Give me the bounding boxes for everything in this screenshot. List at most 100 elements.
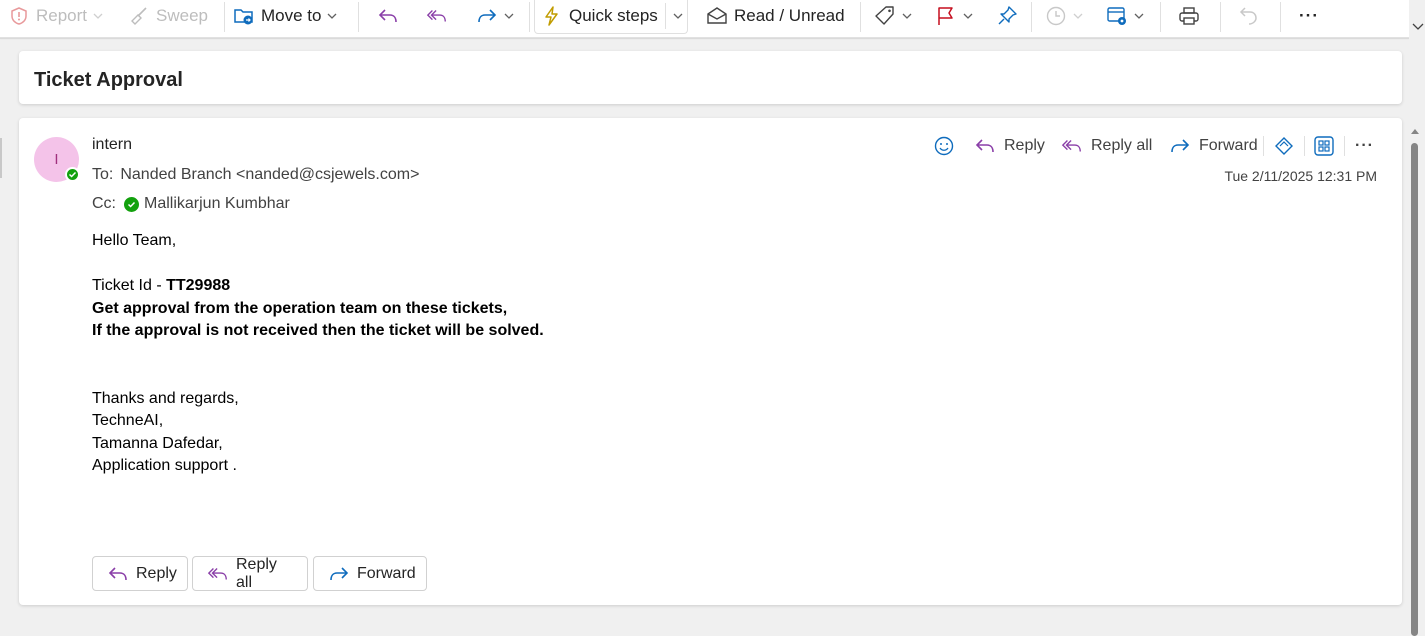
apps-button[interactable] [1313, 134, 1335, 158]
signature-line-1: Thanks and regards, [92, 389, 239, 407]
message-scrollbar[interactable] [1409, 118, 1425, 636]
cc-recipient[interactable]: Mallikarjun Kumbhar [144, 195, 290, 213]
forward-label: Forward [1199, 137, 1258, 154]
sender-name[interactable]: intern [92, 136, 132, 154]
toolbar-divider [1160, 2, 1161, 32]
quick-steps-button[interactable]: Quick steps [541, 0, 658, 32]
tag-icon [874, 5, 896, 27]
message-body: Hello Team, Ticket Id - TT29988 Get appr… [92, 230, 544, 478]
reaction-button[interactable] [933, 134, 955, 158]
read-unread-label: Read / Unread [734, 6, 845, 25]
print-button[interactable] [1178, 0, 1200, 32]
footer-reply-all-label: Reply all [236, 555, 277, 591]
forward-icon [1169, 135, 1191, 157]
reply-toolbar-button[interactable] [377, 0, 399, 32]
toolbar-divider [358, 2, 359, 32]
signature-line-2: TechneAI, [92, 412, 164, 429]
chevron-down-icon [902, 11, 912, 21]
chevron-down-icon [1073, 11, 1083, 21]
report-label: Report [36, 6, 88, 25]
forward-icon [476, 5, 498, 27]
chevron-down-icon[interactable] [1412, 18, 1424, 36]
lightning-icon [541, 5, 563, 27]
toolbar-divider [1031, 2, 1032, 32]
reply-all-toolbar-button[interactable] [426, 0, 448, 32]
scroll-up-icon[interactable] [1410, 122, 1420, 140]
reply-label: Reply [1004, 137, 1045, 154]
cc-prefix: Cc: [92, 195, 116, 212]
command-toolbar: Report Sweep Move to Quick steps Read / … [0, 0, 1409, 38]
message-more-button[interactable]: ··· [1355, 134, 1374, 158]
presence-available-icon [124, 196, 139, 212]
footer-reply-all-button[interactable]: Reply all [192, 556, 308, 591]
forward-button[interactable]: Forward [1169, 134, 1258, 158]
folder-move-icon [233, 5, 255, 27]
pane-splitter[interactable] [0, 138, 2, 178]
move-to-button[interactable]: Move to [233, 0, 337, 32]
avatar-initial: I [54, 151, 59, 168]
chevron-down-icon [673, 11, 683, 21]
footer-reply-label: Reply [136, 564, 177, 582]
message-card: I intern To: Nanded Branch <nanded@csjewe… [19, 118, 1402, 605]
read-unread-button[interactable]: Read / Unread [706, 0, 845, 32]
sweep-label: Sweep [156, 6, 208, 25]
chevron-down-icon [1134, 11, 1144, 21]
cc-line: Cc: Mallikarjun Kumbhar [92, 195, 290, 213]
loop-icon [1273, 135, 1295, 157]
scrollbar-thumb[interactable] [1411, 143, 1418, 636]
reply-all-icon [1061, 135, 1083, 157]
to-line: To: Nanded Branch <nanded@csjewels.com> [92, 166, 419, 184]
body-line-2: If the approval is not received then the… [92, 322, 544, 339]
ticket-id: TT29988 [166, 277, 231, 294]
body-greeting: Hello Team, [92, 232, 177, 249]
footer-reply-button[interactable]: Reply [92, 556, 188, 591]
shield-icon [8, 5, 30, 27]
toolbar-divider [860, 2, 861, 32]
reply-icon [974, 135, 996, 157]
sweep-button[interactable]: Sweep [128, 0, 208, 32]
flag-button[interactable] [935, 0, 973, 32]
reply-icon [107, 563, 129, 585]
reply-button[interactable]: Reply [974, 134, 1045, 158]
flag-icon [935, 5, 957, 27]
reply-all-button[interactable]: Reply all [1061, 134, 1152, 158]
forward-toolbar-button[interactable] [476, 0, 514, 32]
chevron-down-icon [504, 11, 514, 21]
undo-button[interactable] [1238, 0, 1260, 32]
loop-button[interactable] [1273, 134, 1295, 158]
to-recipient[interactable]: Nanded Branch <nanded@csjewels.com> [120, 166, 419, 183]
footer-forward-label: Forward [357, 564, 416, 582]
footer-forward-button[interactable]: Forward [313, 556, 427, 591]
chevron-down-icon [327, 11, 337, 21]
report-button[interactable]: Report [8, 0, 103, 32]
reply-all-icon [207, 563, 229, 585]
broom-icon [128, 5, 150, 27]
actions-divider [1344, 136, 1345, 156]
left-pane-edge [0, 48, 4, 636]
signature-line-4: Application support . [92, 457, 237, 474]
chevron-down-icon [93, 11, 103, 21]
quick-steps-dropdown[interactable] [667, 0, 683, 32]
toolbar-divider [224, 2, 225, 32]
rules-button[interactable] [1106, 0, 1144, 32]
actions-divider [1304, 136, 1305, 156]
reply-icon [377, 5, 399, 27]
pin-icon [996, 5, 1018, 27]
ticket-prefix: Ticket Id - [92, 277, 167, 294]
snooze-button[interactable] [1045, 0, 1083, 32]
actions-divider [1263, 136, 1264, 156]
printer-icon [1178, 5, 1200, 27]
toolbar-divider [529, 2, 530, 32]
more-options-button[interactable]: ··· [1299, 0, 1319, 32]
body-line-1: Get approval from the operation team on … [92, 299, 508, 317]
envelope-open-icon [706, 5, 728, 27]
body-ticket-line: Ticket Id - TT29988 [92, 275, 544, 298]
pin-button[interactable] [996, 0, 1018, 32]
toolbar-bottom-border [0, 38, 1409, 39]
to-prefix: To: [92, 166, 114, 183]
toolbar-divider [1280, 2, 1281, 32]
categorize-button[interactable] [874, 0, 912, 32]
